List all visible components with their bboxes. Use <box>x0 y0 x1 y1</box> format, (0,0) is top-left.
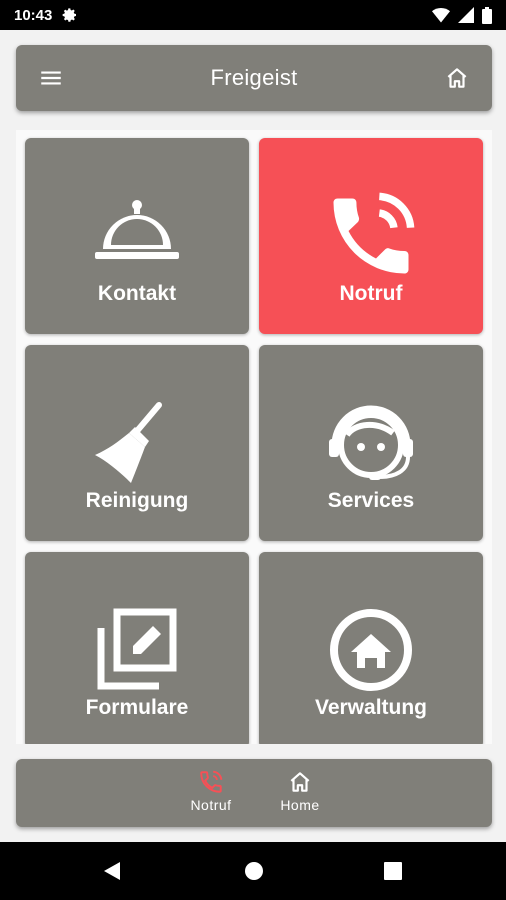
bottom-navigation: Notruf Home <box>16 759 492 827</box>
signal-icon <box>458 7 474 23</box>
tile-grid: Kontakt Notruf Reinigung Services Formul… <box>16 130 492 744</box>
edit-documents-icon <box>87 600 187 700</box>
tile-label: Services <box>327 489 415 512</box>
tile-notruf[interactable]: Notruf <box>259 138 483 334</box>
tile-label: Reinigung <box>85 489 189 512</box>
menu-icon[interactable] <box>38 65 64 91</box>
home-icon <box>287 769 313 795</box>
tile-services[interactable]: Services <box>259 345 483 541</box>
battery-icon <box>482 6 492 24</box>
tile-label: Verwaltung <box>314 696 428 719</box>
tile-reinigung[interactable]: Reinigung <box>25 345 249 541</box>
recent-apps-icon[interactable] <box>382 860 404 882</box>
tile-kontakt[interactable]: Kontakt <box>25 138 249 334</box>
phone-ringing-icon <box>321 186 421 286</box>
tile-label: Notruf <box>339 282 403 305</box>
system-home-icon[interactable] <box>242 859 266 883</box>
broom-icon <box>87 393 187 493</box>
tile-verwaltung[interactable]: Verwaltung <box>259 552 483 744</box>
bottom-nav-label: Home <box>280 797 320 813</box>
status-bar: 10:43 <box>0 0 506 30</box>
bottom-nav-notruf[interactable]: Notruf <box>176 769 246 819</box>
bottom-nav-label: Notruf <box>190 797 232 813</box>
home-circle-icon <box>321 600 421 700</box>
tile-label: Kontakt <box>97 282 177 305</box>
app-bar: Freigeist <box>16 45 492 111</box>
system-navigation-bar <box>0 842 506 900</box>
headset-agent-icon <box>321 393 421 493</box>
app-title: Freigeist <box>210 65 298 90</box>
phone-ringing-icon <box>198 769 224 795</box>
back-icon[interactable] <box>100 859 124 883</box>
tile-formulare[interactable]: Formulare <box>25 552 249 744</box>
service-bell-icon <box>87 186 187 286</box>
home-icon[interactable] <box>444 65 470 91</box>
settings-icon <box>62 7 78 23</box>
status-time: 10:43 <box>14 6 53 24</box>
tile-label: Formulare <box>85 696 189 719</box>
wifi-icon <box>432 7 450 23</box>
bottom-nav-home[interactable]: Home <box>265 769 335 819</box>
